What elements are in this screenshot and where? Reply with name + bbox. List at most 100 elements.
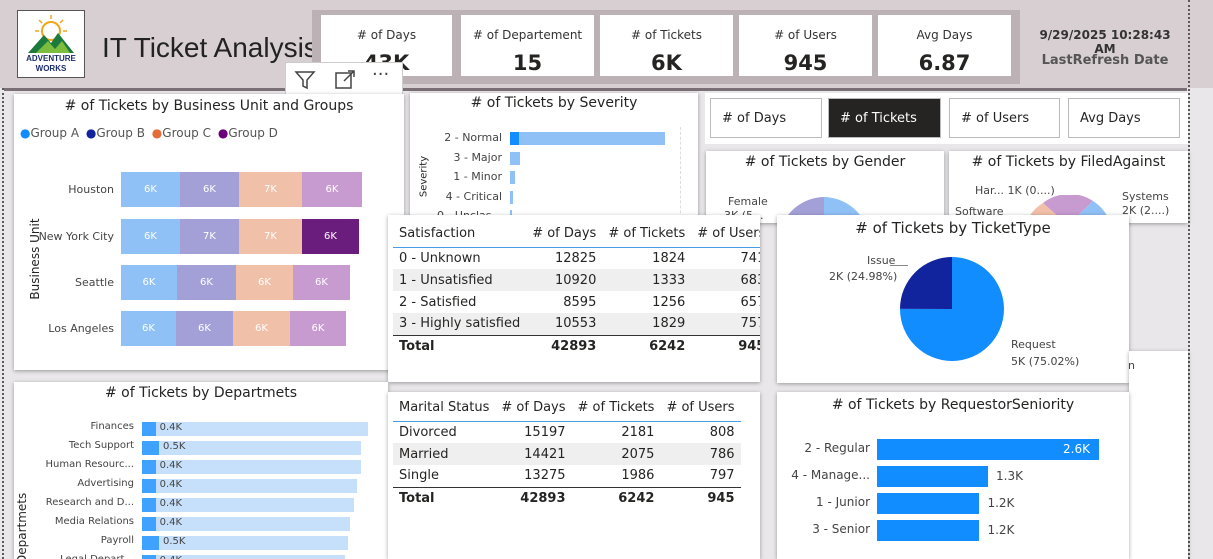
departments-chart[interactable]: # of Tickets by Departmets Departmets Fi… (14, 382, 388, 559)
department-bar[interactable] (142, 555, 156, 559)
severity-chart[interactable]: # of Tickets by Severity Severity 2 - No… (410, 93, 698, 223)
table-cell: 2181 (621, 424, 655, 440)
column-header[interactable]: # of Users (691, 221, 760, 248)
table-cell: 786 (660, 443, 741, 465)
bu-bar-segment[interactable]: 7K (239, 219, 302, 254)
bu-bar-segment[interactable]: 6K (121, 311, 176, 346)
bu-group-chart[interactable]: # of Tickets by Business Unit and Groups… (14, 94, 404, 370)
table-row[interactable]: Single 13275 1986 797 (393, 465, 741, 487)
bu-bar-segment[interactable]: 6K (302, 172, 362, 207)
bu-bar-segment[interactable]: 6K (293, 265, 350, 300)
satisfaction-matrix: Satisfaction # of Days # of Tickets # of Us… (393, 221, 760, 357)
logo-text-line2: WORKS (35, 64, 67, 73)
legend-group-a: Group A (30, 126, 80, 140)
bu-bar-segment[interactable]: 7K (180, 219, 239, 254)
department-data-label: 0.5K (163, 536, 186, 547)
bu-bar-segment[interactable]: 6K (233, 311, 290, 346)
table-cell: 10920 (526, 269, 603, 291)
table-row[interactable]: Married 14421 2075 786 (393, 443, 741, 465)
table-row[interactable]: 0 - Unknown 12825 1824 741 (393, 247, 760, 269)
table-row[interactable]: 2 - Satisfied 8595 1256 657 (393, 291, 760, 313)
header-dark-strip (4, 88, 1187, 91)
table-row[interactable]: 1 - Unsatisfied109201333683 (393, 269, 760, 291)
department-bar[interactable] (142, 479, 156, 493)
tickettype-chart[interactable]: # of Tickets by TicketType Issue 2K (24.… (777, 215, 1129, 383)
column-header[interactable]: # of Days (495, 395, 572, 422)
seniority-data-label: 1.3K (996, 469, 1023, 483)
seniority-data-label: 2.6K (1063, 442, 1090, 456)
total-cell: Total (393, 334, 527, 357)
more-options-icon[interactable]: ··· (372, 64, 389, 85)
slicer-button[interactable]: # of Days (710, 98, 822, 138)
seniority-data-label: 1.2K (987, 523, 1015, 537)
slicer-button[interactable]: # of Tickets (828, 98, 941, 138)
legend-group-d: Group D (228, 126, 278, 140)
bu-stacked-bar: 6K 6K 6K 6K (121, 311, 371, 346)
table-row[interactable]: 3 - Highly satisfied105531829757 (393, 313, 760, 335)
bu-bar-segment[interactable]: 6K (302, 219, 359, 254)
legend-dot-c: ● (151, 126, 163, 140)
satisfaction-table[interactable]: Satisfaction # of Days # of Tickets # of Us… (388, 215, 760, 382)
department-bar[interactable] (142, 422, 156, 436)
table-cell: 0 - Unknown (399, 250, 481, 266)
kpi-departement[interactable]: # of Departement 15 (461, 15, 594, 76)
bu-bar-segment[interactable]: 6K (177, 265, 236, 300)
chart-title: # of Tickets by Departmets (104, 385, 298, 401)
severity-bar[interactable] (510, 132, 665, 145)
department-bar[interactable] (142, 517, 156, 531)
severity-label: 2 - Normal (444, 131, 502, 144)
filter-icon[interactable] (294, 69, 316, 91)
kpi-users[interactable]: # of Users 945 (739, 15, 872, 76)
department-bar[interactable] (142, 460, 156, 474)
severity-bar[interactable] (510, 171, 516, 184)
table-cell: 1829 (602, 313, 692, 335)
department-data-label: 0.4K (159, 422, 183, 433)
severity-bar[interactable] (510, 151, 521, 165)
kpi-avg-days[interactable]: Avg Days 6.87 (878, 15, 1011, 76)
bu-bar-segment[interactable]: 6K (236, 265, 293, 300)
marital-table[interactable]: Marital Status # of Days # of Tickets # of … (388, 392, 760, 559)
table-cell: 1986 (621, 468, 655, 484)
seniority-bar[interactable] (877, 520, 980, 541)
kpi-tickets[interactable]: # of Tickets 6K (600, 15, 733, 76)
column-header[interactable]: # of Days (526, 221, 603, 248)
bu-bar-segment[interactable]: 6K (290, 311, 346, 346)
department-label: Media Relations (54, 516, 134, 527)
mountain-sun-icon (28, 15, 74, 53)
column-header[interactable]: # of Tickets (571, 395, 661, 422)
seniority-label: 3 - Senior (812, 522, 870, 536)
issue-leader-line (890, 265, 908, 266)
slicer-button[interactable]: Avg Days (1068, 98, 1180, 138)
column-header[interactable]: # of Tickets (602, 221, 692, 248)
column-header[interactable]: Satisfaction (393, 221, 527, 248)
seniority-bar[interactable] (877, 493, 980, 514)
department-bar[interactable] (142, 441, 159, 455)
column-header[interactable]: Marital Status (393, 395, 496, 422)
department-label: Tech Support (68, 440, 134, 451)
legend-dot-a: ● (20, 126, 31, 140)
bu-bar-segment[interactable]: 6K (121, 219, 180, 254)
severity-label: 3 - Major (453, 150, 502, 164)
seniority-chart[interactable]: # of Tickets by RequestorSeniority 2 - R… (777, 392, 1129, 559)
gender-label-female: Female (728, 195, 768, 208)
seniority-bar[interactable] (877, 466, 988, 487)
department-bar[interactable] (142, 536, 159, 550)
filed-against-chart[interactable]: # of Tickets by FiledAgainst Har... 1K (… (949, 151, 1188, 223)
kpi-value: 945 (783, 51, 828, 75)
gender-chart[interactable]: # of Tickets by Gender Female 3K (5... (706, 151, 944, 223)
bu-bar-segment[interactable]: 6K (176, 311, 233, 346)
focus-mode-icon[interactable] (334, 69, 356, 91)
department-data-label: 0.4K (160, 555, 182, 559)
bu-bar-segment[interactable]: 7K (239, 172, 302, 207)
bu-bar-segment[interactable]: 6K (121, 172, 180, 207)
bu-bar-segment[interactable]: 6K (121, 265, 177, 300)
bu-bar-segment[interactable]: 6K (180, 172, 239, 207)
severity-bar[interactable] (510, 190, 513, 204)
table-row[interactable]: Divorced 15197 2181 808 (393, 421, 741, 443)
department-bar[interactable] (142, 498, 156, 512)
seniority-label: 2 - Regular (804, 441, 870, 455)
column-header[interactable]: # of Users (660, 395, 741, 422)
table-cell: Divorced (399, 424, 457, 440)
table-cell: 2 - Satisfied (399, 294, 477, 310)
slicer-button[interactable]: # of Users (949, 98, 1060, 138)
